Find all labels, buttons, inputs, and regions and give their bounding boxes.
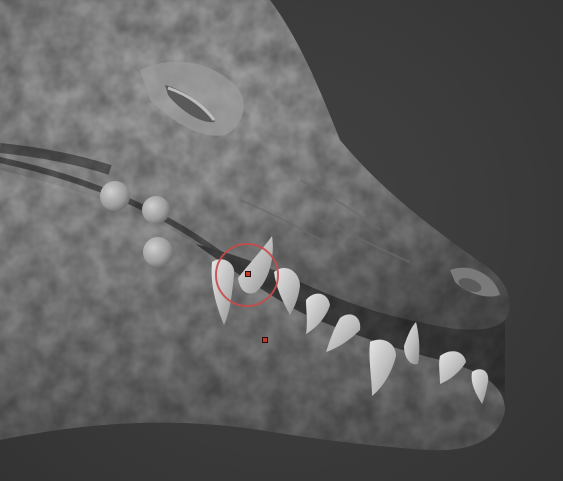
crocodile-head-model[interactable] (0, 0, 563, 481)
pivot-point-marker (262, 337, 268, 343)
scale-bump (143, 237, 173, 267)
scale-bump (100, 181, 130, 211)
brush-center-marker (245, 271, 251, 277)
sculpt-viewport[interactable] (0, 0, 563, 481)
scale-bump (142, 196, 170, 224)
